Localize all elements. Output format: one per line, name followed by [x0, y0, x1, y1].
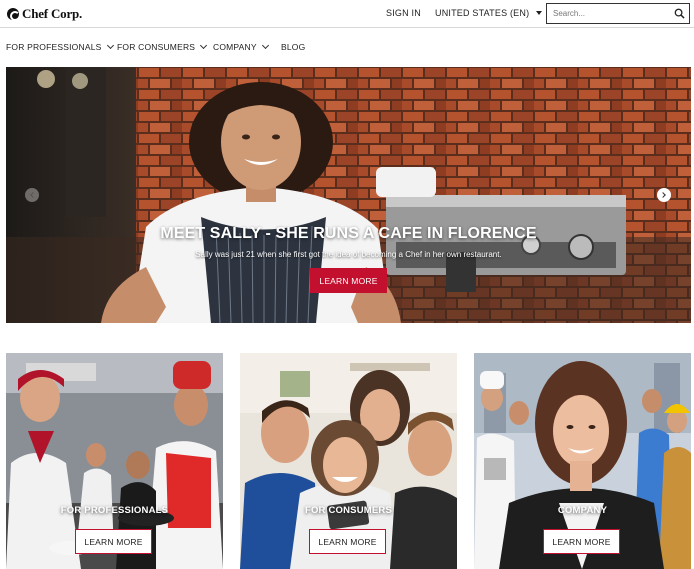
- chevron-right-icon: [660, 192, 666, 198]
- country-label: UNITED STATES (EN): [435, 8, 530, 18]
- card-learn-more-button[interactable]: LEARN MORE: [75, 529, 152, 554]
- card-for-professionals: FOR PROFESSIONALS LEARN MORE: [6, 353, 223, 569]
- card-title: FOR PROFESSIONALS: [60, 505, 169, 516]
- hero-carousel: MEET SALLY - SHE RUNS A CAFE IN FLORENCE…: [6, 67, 691, 323]
- chevron-down-icon: [200, 41, 208, 50]
- search-icon[interactable]: [674, 8, 685, 19]
- search-box: [546, 3, 690, 24]
- nav-item-label: BLOG: [281, 42, 306, 52]
- brand-name: Chef Corp.: [22, 6, 83, 21]
- chevron-down-icon: [261, 41, 269, 50]
- card-learn-more-button[interactable]: LEARN MORE: [543, 529, 620, 554]
- nav-item-for-consumers[interactable]: FOR CONSUMERS: [117, 41, 208, 52]
- main-nav: FOR PROFESSIONALS FOR CONSUMERS COMPANY …: [0, 40, 694, 56]
- card-company: COMPANY LEARN MORE: [474, 353, 691, 569]
- nav-item-company[interactable]: COMPANY: [213, 41, 269, 52]
- card-title: FOR CONSUMERS: [304, 505, 393, 516]
- nav-item-label: COMPANY: [213, 42, 257, 52]
- hero-subtitle: Sally was just 21 when she first got the…: [195, 250, 502, 259]
- card-title: COMPANY: [557, 505, 608, 516]
- logo-icon: [7, 8, 20, 21]
- search-input[interactable]: [553, 7, 665, 20]
- hero-title: MEET SALLY - SHE RUNS A CAFE IN FLORENCE: [160, 225, 537, 242]
- hero-learn-more-button[interactable]: LEARN MORE: [310, 268, 387, 293]
- nav-item-label: FOR CONSUMERS: [117, 42, 196, 52]
- nav-item-for-professionals[interactable]: FOR PROFESSIONALS: [6, 41, 114, 52]
- card-learn-more-button[interactable]: LEARN MORE: [309, 529, 386, 554]
- top-bar: Chef Corp. SIGN IN UNITED STATES (EN): [0, 0, 694, 28]
- caret-down-icon: [536, 11, 543, 15]
- country-selector[interactable]: UNITED STATES (EN): [435, 8, 543, 18]
- chevron-left-icon: [30, 192, 36, 198]
- carousel-prev-button[interactable]: [25, 188, 39, 202]
- chevron-down-icon: [106, 41, 114, 50]
- nav-item-label: FOR PROFESSIONALS: [6, 42, 102, 52]
- sign-in-link[interactable]: SIGN IN: [386, 8, 421, 18]
- carousel-next-button[interactable]: [657, 188, 671, 202]
- brand-logo[interactable]: Chef Corp.: [7, 5, 82, 23]
- card-for-consumers: FOR CONSUMERS LEARN MORE: [240, 353, 457, 569]
- nav-item-blog[interactable]: BLOG: [281, 42, 305, 52]
